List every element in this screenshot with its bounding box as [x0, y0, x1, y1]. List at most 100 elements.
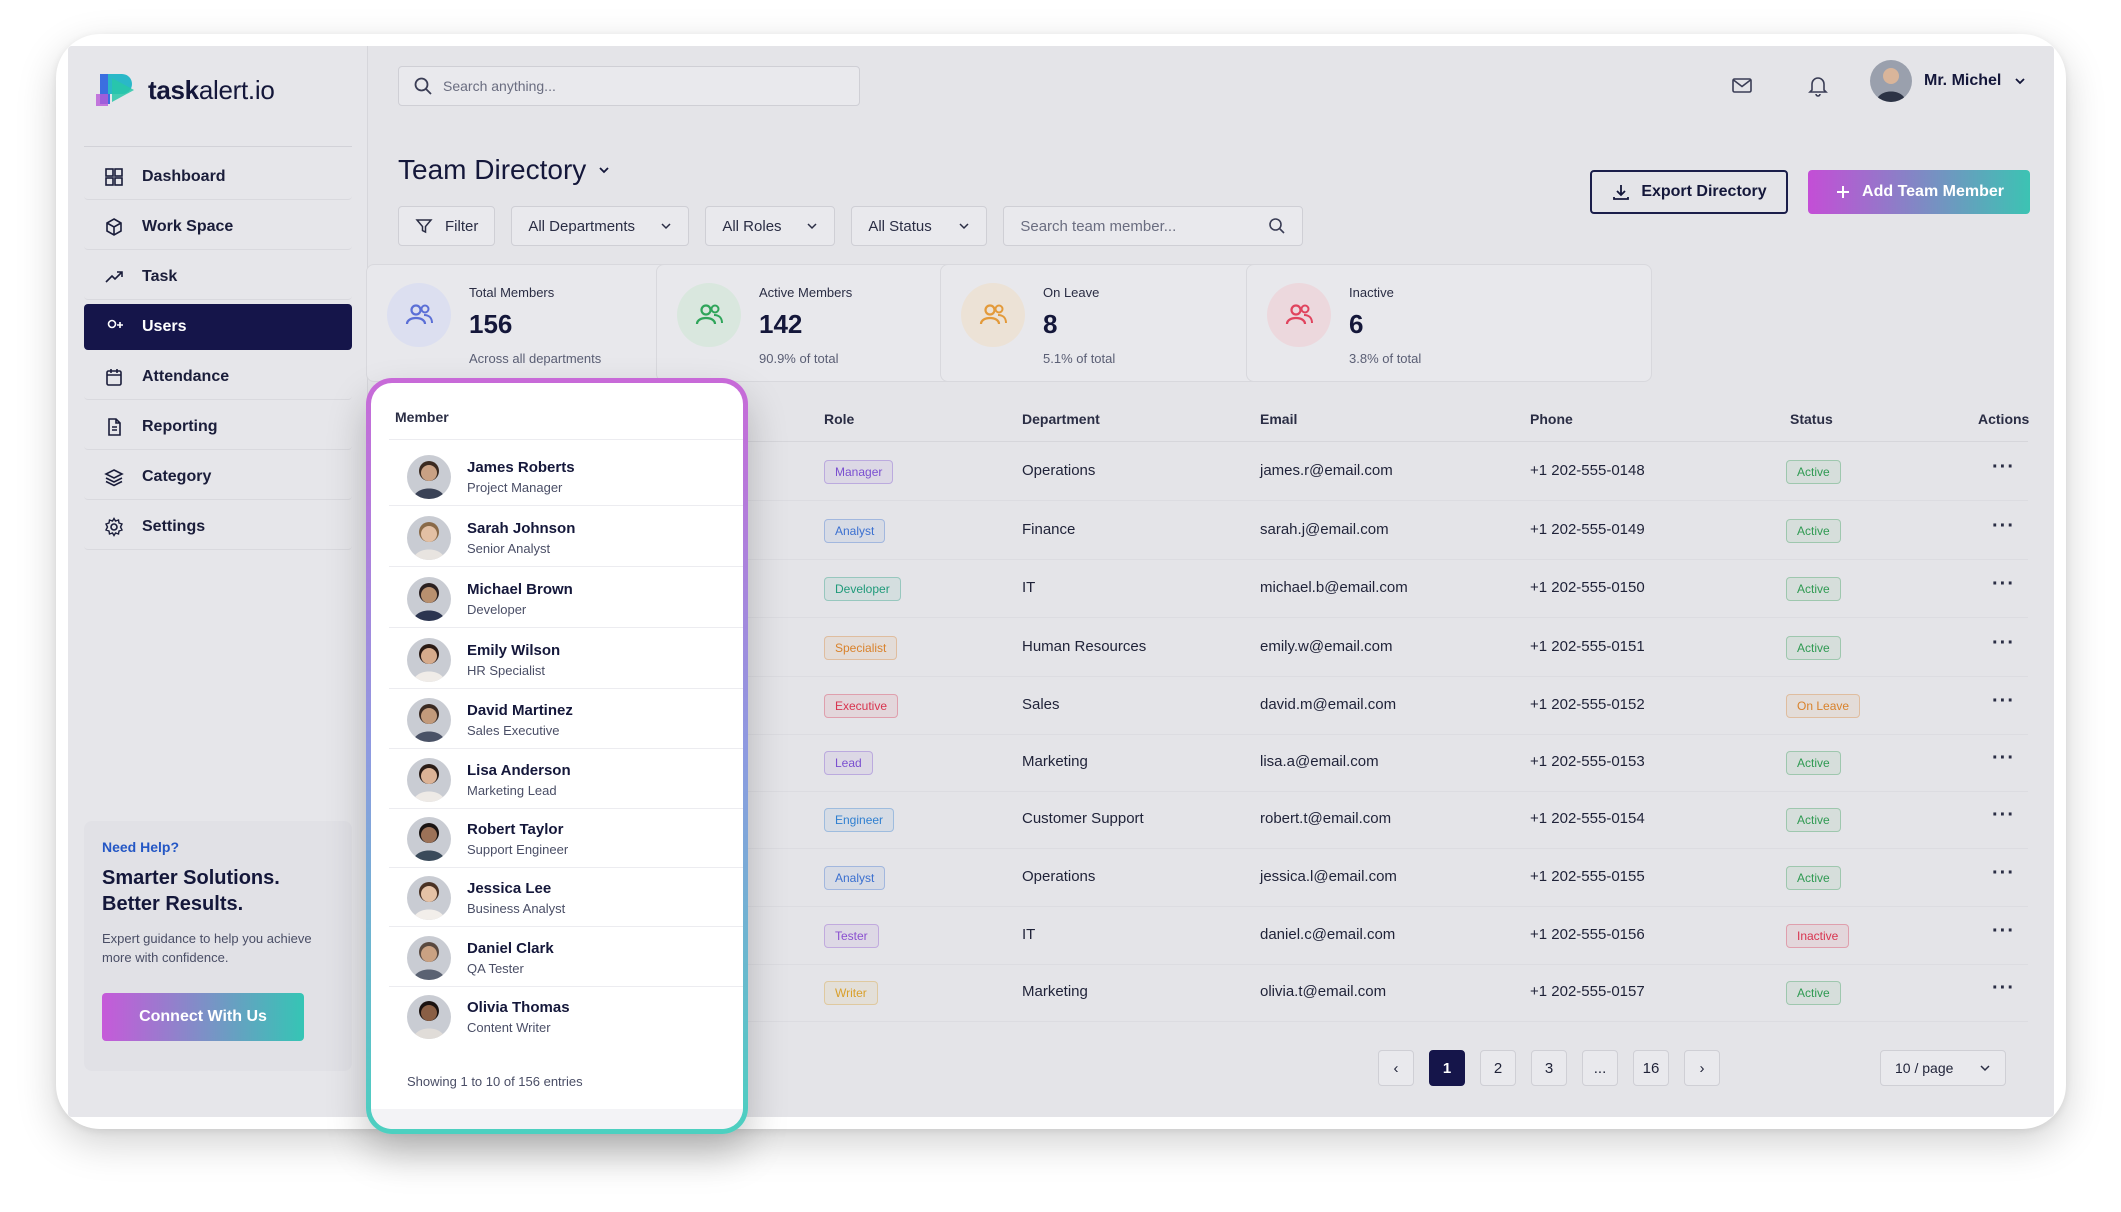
per-page-select[interactable]: 10 / page — [1880, 1050, 2006, 1086]
member-title: Business Analyst — [467, 901, 566, 916]
col-email[interactable]: Email — [1260, 411, 1297, 427]
page-16-button[interactable]: 16 — [1633, 1050, 1669, 1086]
stat-subtext: 5.1% of total — [1043, 351, 1116, 366]
page-ellipsis[interactable]: ... — [1582, 1050, 1618, 1086]
prev-page-button[interactable]: ‹ — [1378, 1050, 1414, 1086]
more-actions-icon[interactable]: ··· — [1992, 515, 2015, 538]
export-directory-button[interactable]: Export Directory — [1590, 170, 1788, 214]
sidebar-item-reporting[interactable]: Reporting — [84, 404, 352, 450]
member-name: Emily Wilson — [467, 642, 561, 659]
trend-icon — [105, 270, 123, 283]
more-actions-icon[interactable]: ··· — [1992, 804, 2015, 827]
col-member[interactable]: Member — [395, 409, 449, 425]
stat-subtext: Across all departments — [469, 351, 602, 366]
email-cell[interactable]: jessica.l@email.com — [1260, 868, 1397, 885]
member-list-item[interactable]: Michael Brown Developer — [407, 569, 727, 629]
email-cell[interactable]: robert.t@email.com — [1260, 810, 1391, 827]
department-cell: Finance — [1022, 521, 1076, 538]
member-list-item[interactable]: Olivia Thomas Content Writer — [407, 987, 727, 1047]
more-actions-icon[interactable]: ··· — [1992, 573, 2015, 596]
connect-button[interactable]: Connect With Us — [102, 993, 304, 1041]
add-team-member-button[interactable]: Add Team Member — [1808, 170, 2030, 214]
global-search-input[interactable] — [443, 78, 843, 94]
role-badge: Writer — [824, 981, 878, 1005]
card-footer-strip — [371, 1109, 743, 1129]
member-list-item[interactable]: Emily Wilson HR Specialist — [407, 630, 727, 690]
funnel-icon — [415, 219, 433, 234]
bell-icon[interactable] — [1805, 72, 1831, 98]
department-cell: IT — [1022, 579, 1036, 596]
status-select[interactable]: All Status — [851, 206, 988, 246]
avatar — [407, 638, 451, 682]
member-title: Developer — [467, 602, 527, 617]
user-menu[interactable]: Mr. Michel — [1870, 60, 2027, 102]
more-actions-icon[interactable]: ··· — [1992, 747, 2015, 770]
sidebar-item-task[interactable]: Task — [84, 254, 352, 300]
more-actions-icon[interactable]: ··· — [1992, 456, 2015, 479]
page-title[interactable]: Team Directory — [398, 154, 612, 186]
more-actions-icon[interactable]: ··· — [1992, 862, 2015, 885]
sidebar-item-attendance[interactable]: Attendance — [84, 354, 352, 400]
member-list-item[interactable]: James Roberts Project Manager — [407, 447, 727, 507]
more-actions-icon[interactable]: ··· — [1992, 977, 2015, 1000]
department-cell: Human Resources — [1022, 638, 1147, 655]
email-cell[interactable]: sarah.j@email.com — [1260, 521, 1389, 538]
member-search[interactable]: Search team member... — [1003, 206, 1304, 246]
departments-select[interactable]: All Departments — [511, 206, 690, 246]
sidebar-item-settings[interactable]: Settings — [84, 504, 352, 550]
sidebar-item-dashboard[interactable]: Dashboard — [84, 154, 352, 200]
email-cell[interactable]: lisa.a@email.com — [1260, 753, 1379, 770]
email-cell[interactable]: david.m@email.com — [1260, 696, 1396, 713]
nav-divider — [84, 146, 352, 147]
global-search[interactable] — [398, 66, 860, 106]
member-list-item[interactable]: Lisa Anderson Marketing Lead — [407, 750, 727, 810]
member-list-item[interactable]: Daniel Clark QA Tester — [407, 928, 727, 988]
more-actions-icon[interactable]: ··· — [1992, 632, 2015, 655]
more-actions-icon[interactable]: ··· — [1992, 690, 2015, 713]
download-icon — [1613, 185, 1630, 200]
member-title: Sales Executive — [467, 723, 560, 738]
status-badge: On Leave — [1786, 694, 1861, 718]
member-list-item[interactable]: Sarah Johnson Senior Analyst — [407, 508, 727, 568]
sidebar-item-category[interactable]: Category — [84, 454, 352, 500]
phone-cell: +1 202-555-0150 — [1530, 579, 1645, 596]
cube-icon — [106, 217, 122, 236]
sidebar-item-label: Reporting — [142, 417, 218, 435]
sidebar-item-work-space[interactable]: Work Space — [84, 204, 352, 250]
department-cell: Marketing — [1022, 753, 1088, 770]
col-role[interactable]: Role — [824, 411, 854, 427]
email-cell[interactable]: olivia.t@email.com — [1260, 983, 1386, 1000]
col-status[interactable]: Status — [1790, 411, 1833, 427]
member-list-item[interactable]: Robert Taylor Support Engineer — [407, 809, 727, 869]
page-3-button[interactable]: 3 — [1531, 1050, 1567, 1086]
page-1-button[interactable]: 1 — [1429, 1050, 1465, 1086]
email-cell[interactable]: michael.b@email.com — [1260, 579, 1408, 596]
sidebar-item-label: Attendance — [142, 367, 230, 385]
layers-icon — [104, 468, 124, 486]
email-cell[interactable]: daniel.c@email.com — [1260, 926, 1395, 943]
email-cell[interactable]: emily.w@email.com — [1260, 638, 1392, 655]
col-department[interactable]: Department — [1022, 411, 1100, 427]
department-cell: Operations — [1022, 868, 1096, 885]
col-phone[interactable]: Phone — [1530, 411, 1573, 427]
next-page-button[interactable]: › — [1684, 1050, 1720, 1086]
roles-select[interactable]: All Roles — [705, 206, 836, 246]
member-list-item[interactable]: Jessica Lee Business Analyst — [407, 868, 727, 928]
member-title: Project Manager — [467, 480, 563, 495]
phone-cell: +1 202-555-0148 — [1530, 462, 1645, 479]
sidebar-nav: Dashboard Work Space Task Users Attendance Re… — [84, 154, 352, 554]
stat-card-inactive[interactable]: Inactive 6 3.8% of total — [1246, 264, 1652, 382]
page-2-button[interactable]: 2 — [1480, 1050, 1516, 1086]
filter-button[interactable]: Filter — [398, 206, 496, 246]
grid-icon — [105, 167, 123, 186]
gear-icon — [105, 516, 123, 537]
chevron-down-icon — [599, 167, 609, 174]
sidebar-item-users[interactable]: Users — [84, 304, 352, 350]
email-cell[interactable]: james.r@email.com — [1260, 462, 1393, 479]
member-list-item[interactable]: David Martinez Sales Executive — [407, 690, 727, 750]
users-icon — [1267, 283, 1331, 347]
brand-logo[interactable]: taskalert.io — [94, 68, 275, 112]
stat-value: 142 — [759, 309, 803, 339]
mail-icon[interactable] — [1729, 72, 1755, 98]
more-actions-icon[interactable]: ··· — [1992, 920, 2015, 943]
